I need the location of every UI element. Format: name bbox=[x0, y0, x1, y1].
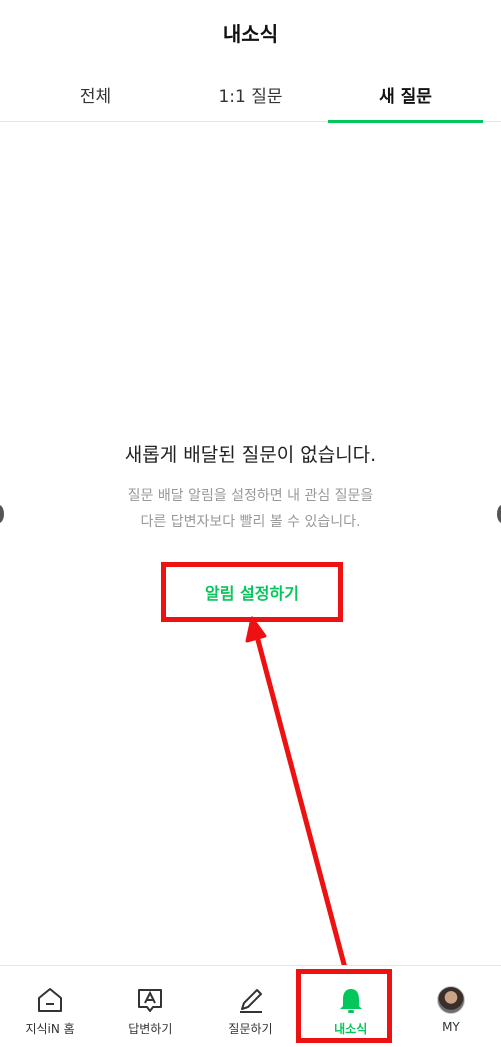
nav-label-answer: 답변하기 bbox=[128, 1022, 173, 1036]
annotation-arrow bbox=[245, 616, 348, 971]
nav-item-my[interactable]: MY bbox=[401, 966, 501, 1047]
annotation-highlight-nav bbox=[296, 969, 392, 1043]
nav-item-answer[interactable]: 답변하기 bbox=[100, 966, 200, 1047]
nav-label-my: MY bbox=[442, 1020, 460, 1034]
answer-icon bbox=[134, 984, 166, 1016]
avatar bbox=[436, 986, 465, 1014]
bottom-navigation: 지식iN 홈 답변하기 질문하기 내소식 MY bbox=[0, 965, 501, 1047]
avatar-icon bbox=[435, 984, 467, 1016]
pencil-icon bbox=[235, 984, 267, 1016]
nav-item-ask[interactable]: 질문하기 bbox=[200, 966, 300, 1047]
nav-label-home: 지식iN 홈 bbox=[25, 1022, 75, 1036]
nav-item-home[interactable]: 지식iN 홈 bbox=[0, 966, 100, 1047]
home-icon bbox=[34, 984, 66, 1016]
nav-label-ask: 질문하기 bbox=[228, 1022, 273, 1036]
